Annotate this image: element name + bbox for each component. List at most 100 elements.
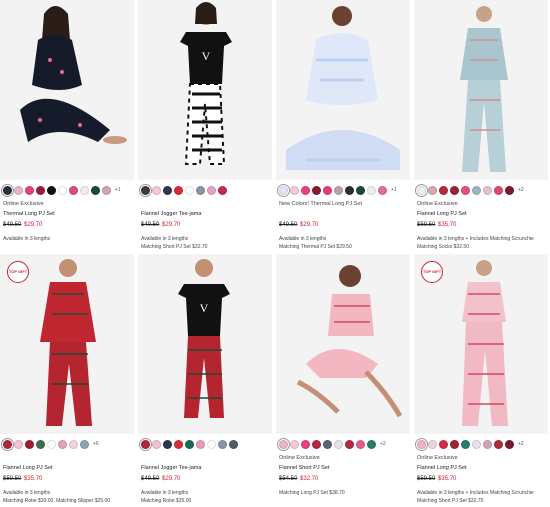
product-name[interactable]: Flannel Long PJ Set [3, 465, 134, 472]
more-colors-count[interactable]: +2 [518, 187, 524, 193]
color-swatch[interactable] [58, 439, 67, 449]
product-name[interactable]: Thermal Long PJ Set [3, 211, 134, 218]
product-name[interactable]: Flannel Jogger Tee-jama [141, 211, 272, 218]
color-swatch[interactable] [163, 439, 172, 449]
color-swatch[interactable] [483, 185, 492, 195]
more-colors-count[interactable]: +1 [391, 187, 397, 193]
color-swatch[interactable] [450, 185, 459, 195]
color-swatch[interactable] [415, 437, 428, 451]
product-name[interactable]: Flannel Short PJ Set [279, 465, 410, 472]
color-swatch[interactable] [472, 439, 481, 449]
color-swatch[interactable] [152, 185, 161, 195]
color-swatch[interactable] [494, 439, 503, 449]
color-swatch[interactable] [1, 183, 14, 197]
color-swatch[interactable] [483, 439, 492, 449]
product-card[interactable]: +2 Online Exclusive Flannel Short PJ Set… [276, 254, 410, 498]
color-swatch[interactable] [312, 185, 321, 195]
color-swatch[interactable] [323, 439, 332, 449]
product-card[interactable]: TOP GIFT +2 Online Exclusive Flannel Lon… [414, 254, 548, 504]
color-swatch[interactable] [461, 439, 470, 449]
color-swatch[interactable] [14, 185, 23, 195]
color-swatch[interactable] [91, 185, 100, 195]
product-image[interactable] [276, 254, 410, 434]
color-swatch[interactable] [139, 437, 152, 451]
color-swatch[interactable] [102, 185, 111, 195]
color-swatch[interactable] [334, 185, 343, 195]
product-image[interactable]: V [138, 254, 272, 434]
product-card[interactable]: V Flannel Jogger Tee-jama $49.50 $29.70 … [138, 254, 272, 504]
matching-items[interactable]: Matching Robe $30.00, Matching Slipper $… [3, 498, 134, 504]
product-image[interactable] [414, 0, 548, 180]
more-colors-count[interactable]: +2 [518, 441, 524, 447]
matching-items[interactable]: Matching Short PJ Set $32.70 [141, 244, 272, 250]
color-swatch[interactable] [25, 185, 34, 195]
color-swatch[interactable] [450, 439, 459, 449]
color-swatch[interactable] [47, 185, 56, 195]
color-swatch[interactable] [229, 439, 238, 449]
matching-items[interactable]: Matching Short PJ Set $32.70 [417, 498, 548, 504]
product-card[interactable]: +2 Online Exclusive Flannel Long PJ Set … [414, 0, 548, 250]
product-card[interactable]: TOP GIFT +6 Flannel Long PJ Set $59.50 $… [0, 254, 134, 504]
product-name[interactable]: Flannel Long PJ Set [417, 211, 548, 218]
color-swatch[interactable] [36, 185, 45, 195]
color-swatch[interactable] [290, 439, 299, 449]
more-colors-count[interactable]: +2 [380, 441, 386, 447]
product-name[interactable]: Flannel Jogger Tee-jama [141, 465, 272, 472]
color-swatch[interactable] [494, 185, 503, 195]
color-swatch[interactable] [472, 185, 481, 195]
color-swatch[interactable] [461, 185, 470, 195]
color-swatch[interactable] [207, 439, 216, 449]
color-swatch[interactable] [185, 185, 194, 195]
color-swatch[interactable] [163, 185, 172, 195]
color-swatch[interactable] [80, 439, 89, 449]
product-image[interactable]: V [138, 0, 272, 180]
color-swatch[interactable] [378, 185, 387, 195]
color-swatch[interactable] [25, 439, 34, 449]
color-swatch[interactable] [356, 185, 365, 195]
color-swatch[interactable] [367, 185, 376, 195]
color-swatch[interactable] [323, 185, 332, 195]
product-image[interactable] [276, 0, 410, 180]
color-swatch[interactable] [207, 185, 216, 195]
color-swatch[interactable] [196, 185, 205, 195]
matching-items[interactable]: Matching Socks $32.50 [417, 244, 548, 250]
color-swatch[interactable] [356, 439, 365, 449]
color-swatch[interactable] [415, 183, 428, 197]
color-swatch[interactable] [196, 439, 205, 449]
color-swatch[interactable] [69, 185, 78, 195]
color-swatch[interactable] [277, 437, 290, 451]
product-image[interactable]: TOP GIFT [0, 254, 134, 434]
matching-items[interactable]: Matching Robe $35.00 [141, 498, 272, 504]
color-swatch[interactable] [152, 439, 161, 449]
color-swatch[interactable] [47, 439, 56, 449]
color-swatch[interactable] [1, 437, 14, 451]
color-swatch[interactable] [218, 439, 227, 449]
color-swatch[interactable] [505, 439, 514, 449]
color-swatch[interactable] [218, 185, 227, 195]
color-swatch[interactable] [290, 185, 299, 195]
color-swatch[interactable] [14, 439, 23, 449]
product-card[interactable]: +1 New Colors! Thermal Long PJ Set $49.5… [276, 0, 410, 250]
color-swatch[interactable] [80, 185, 89, 195]
matching-items[interactable]: Matching Thermal PJ Set $29.50 [279, 244, 410, 250]
color-swatch[interactable] [439, 185, 448, 195]
product-image[interactable]: TOP GIFT [414, 254, 548, 434]
color-swatch[interactable] [345, 439, 354, 449]
color-swatch[interactable] [505, 185, 514, 195]
product-name[interactable] [279, 211, 410, 218]
color-swatch[interactable] [36, 439, 45, 449]
product-image[interactable] [0, 0, 134, 180]
color-swatch[interactable] [312, 439, 321, 449]
color-swatch[interactable] [139, 183, 152, 197]
color-swatch[interactable] [69, 439, 78, 449]
color-swatch[interactable] [277, 183, 290, 197]
color-swatch[interactable] [301, 185, 310, 195]
product-card[interactable]: +1 Online Exclusive Thermal Long PJ Set … [0, 0, 134, 244]
product-card[interactable]: V Flannel Jogger Tee-jama $49.50 $29.70 … [138, 0, 272, 250]
color-swatch[interactable] [428, 185, 437, 195]
color-swatch[interactable] [301, 439, 310, 449]
more-colors-count[interactable]: +6 [93, 441, 99, 447]
color-swatch[interactable] [428, 439, 437, 449]
color-swatch[interactable] [174, 185, 183, 195]
color-swatch[interactable] [345, 185, 354, 195]
